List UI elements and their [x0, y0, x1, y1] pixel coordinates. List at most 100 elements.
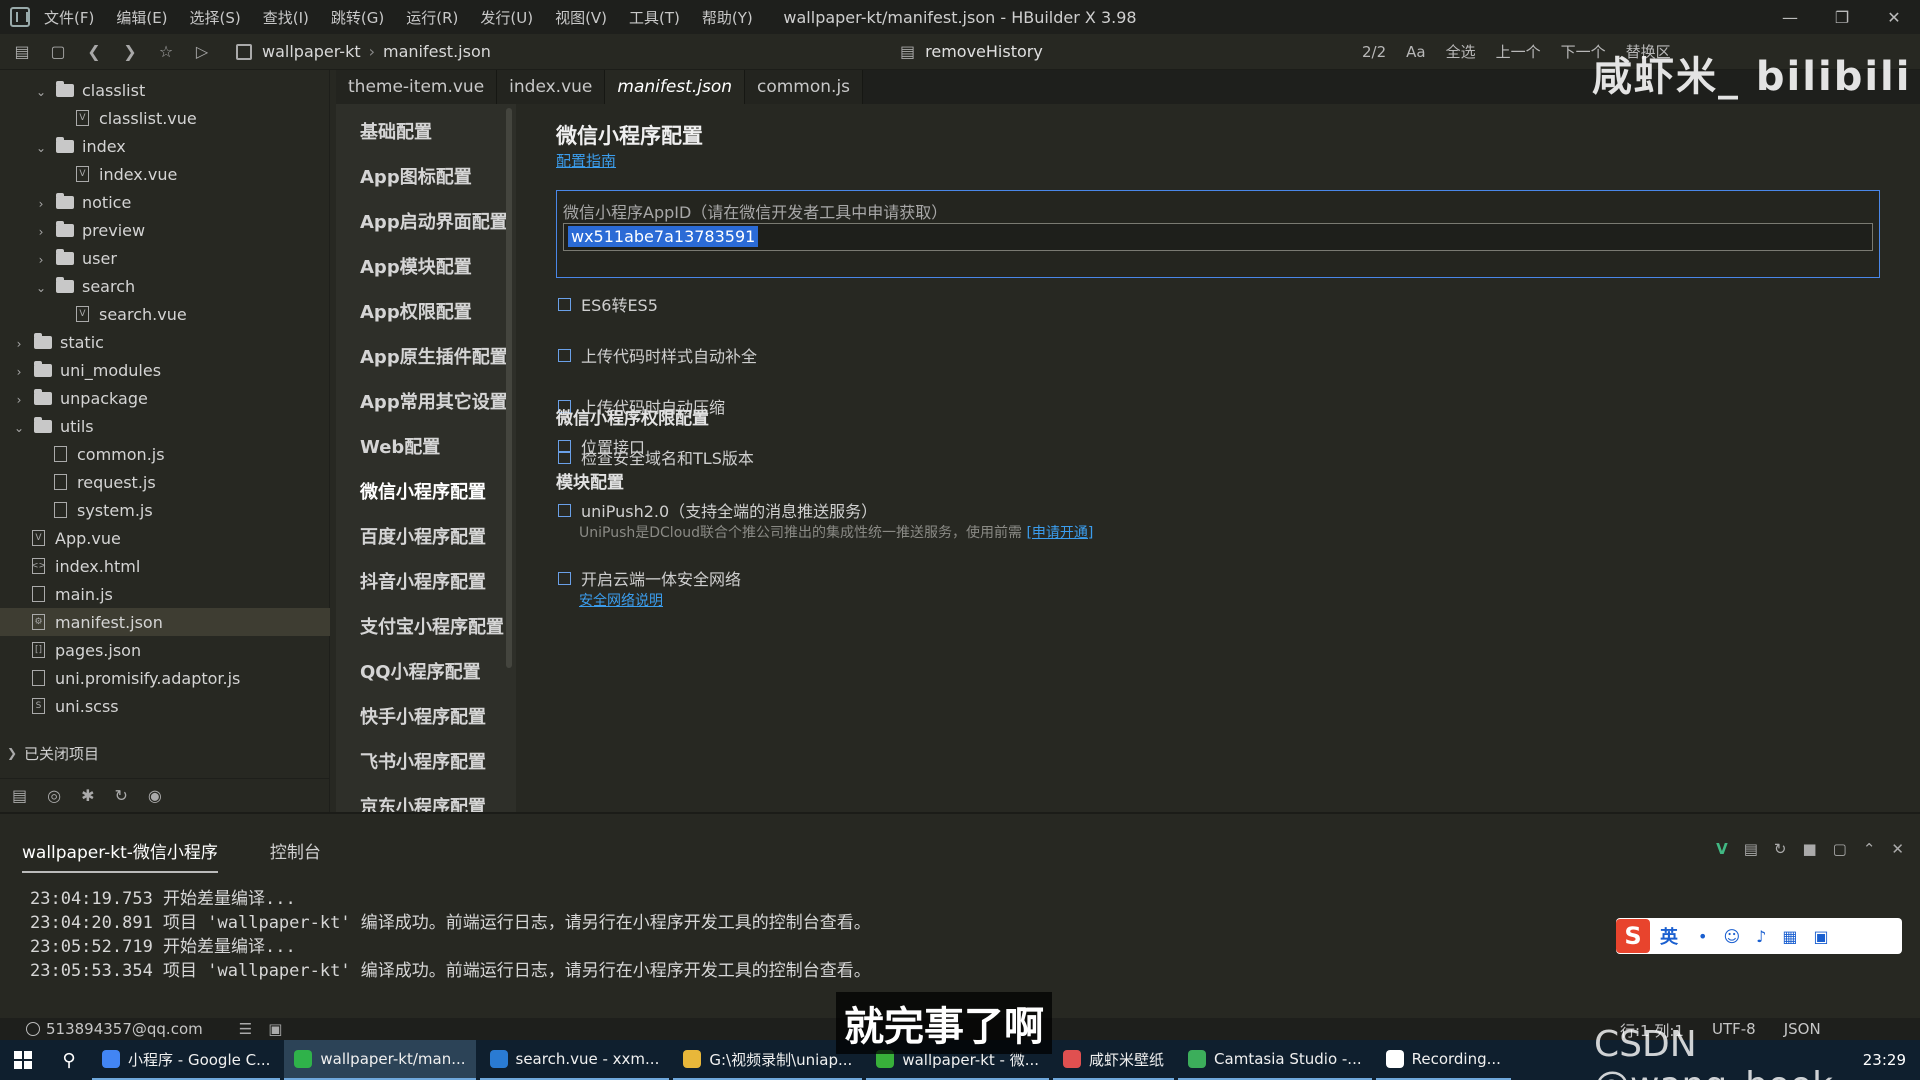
project-manager-icon[interactable]: ▤	[12, 786, 27, 805]
plugin-icon[interactable]: ◉	[148, 786, 162, 805]
config-nav-item[interactable]: Web配置	[360, 433, 440, 459]
tree-file[interactable]: Vclasslist.vue	[0, 104, 330, 132]
menu-item[interactable]: 帮助(Y)	[702, 7, 753, 28]
forward-icon[interactable]: ❯	[116, 38, 144, 66]
menu-item[interactable]: 选择(S)	[190, 7, 241, 28]
config-nav-item[interactable]: App模块配置	[360, 253, 472, 279]
config-nav-item[interactable]: App图标配置	[360, 163, 472, 189]
secure-network-link[interactable]: 安全网络说明	[579, 590, 663, 610]
option-checkbox[interactable]	[558, 348, 571, 362]
location-checkbox-row[interactable]: 位置接口	[558, 434, 645, 458]
option-checkbox[interactable]	[558, 297, 571, 311]
menu-item[interactable]: 编辑(E)	[116, 7, 167, 28]
config-guide-link[interactable]: 配置指南	[556, 150, 616, 171]
config-nav-item[interactable]: App原生插件配置	[360, 343, 508, 369]
taskbar-app[interactable]: 咸虾米壁纸	[1053, 1040, 1175, 1080]
menu-item[interactable]: 运行(R)	[406, 7, 458, 28]
tree-file[interactable]: Suni.scss	[0, 692, 330, 720]
save-all-icon[interactable]: ▤	[8, 38, 36, 66]
tree-file[interactable]: uni.promisify.adaptor.js	[0, 664, 330, 692]
tree-file[interactable]: main.js	[0, 580, 330, 608]
editor-tab[interactable]: manifest.json	[605, 70, 745, 104]
taskbar-app[interactable]: Recording...	[1375, 1040, 1511, 1080]
closed-projects[interactable]: ❯ 已关闭项目	[0, 738, 330, 768]
tree-folder[interactable]: › preview	[0, 216, 330, 244]
console-tab[interactable]: wallpaper-kt-微信小程序	[22, 838, 218, 873]
find-tool-item[interactable]: Aa	[1406, 43, 1425, 61]
binoculars-icon[interactable]: ◎	[47, 786, 61, 805]
config-nav-item[interactable]: App启动界面配置	[360, 208, 508, 234]
find-tool-item[interactable]: 2/2	[1362, 43, 1386, 61]
option-checkbox-row[interactable]: 上传代码时样式自动补全	[558, 343, 757, 367]
appid-input[interactable]: wx511abe7a13783591	[563, 223, 1873, 251]
tree-file[interactable]: V App.vue	[0, 524, 330, 552]
menu-item[interactable]: 发行(U)	[480, 7, 533, 28]
back-icon[interactable]: ❮	[80, 38, 108, 66]
search-history[interactable]: ▤ removeHistory	[900, 42, 1043, 61]
unipush-checkbox[interactable]	[558, 503, 571, 517]
tree-folder[interactable]: › user	[0, 244, 330, 272]
tree-file[interactable]: ⚙ manifest.json	[0, 608, 330, 636]
config-nav-item[interactable]: 微信小程序配置	[360, 478, 486, 504]
tree-file[interactable]: common.js	[0, 440, 330, 468]
location-checkbox[interactable]	[558, 439, 571, 453]
save-icon[interactable]: ▢	[44, 38, 72, 66]
star-icon[interactable]: ☆	[152, 38, 180, 66]
secure-network-checkbox-row[interactable]: 开启云端一体安全网络	[558, 566, 741, 590]
maximize-panel-icon[interactable]: ⌃	[1863, 840, 1876, 858]
config-nav-item[interactable]: 京东小程序配置	[360, 793, 486, 812]
ime-tools-icon[interactable]: •☺♪▦▣	[1698, 927, 1845, 946]
menu-item[interactable]: 文件(F)	[44, 7, 94, 28]
taskbar-app[interactable]: 小程序 - Google C...	[92, 1040, 281, 1080]
user-account[interactable]: 513894357@qq.com ☰ ▣	[26, 1020, 282, 1038]
menu-item[interactable]: 跳转(G)	[331, 7, 384, 28]
secure-network-checkbox[interactable]	[558, 571, 571, 585]
restart-icon[interactable]: ↻	[1774, 840, 1787, 858]
config-nav-item[interactable]: App常用其它设置	[360, 388, 508, 414]
apply-link[interactable]: [申请开通]	[1026, 525, 1093, 541]
menu-item[interactable]: 查找(I)	[263, 7, 309, 28]
tree-file[interactable]: <> index.html	[0, 552, 330, 580]
tree-folder[interactable]: › unpackage	[0, 384, 330, 412]
tree-folder[interactable]: › uni_modules	[0, 356, 330, 384]
taskbar-app[interactable]: search.vue - xxm...	[479, 1040, 670, 1080]
clear-icon[interactable]: ▢	[1833, 840, 1847, 858]
minimize-icon[interactable]: —	[1764, 0, 1816, 34]
taskbar-app[interactable]: Camtasia Studio -...	[1178, 1040, 1372, 1080]
config-nav-item[interactable]: 百度小程序配置	[360, 523, 486, 549]
menu-item[interactable]: 工具(T)	[629, 7, 680, 28]
list-icon[interactable]: ☰	[239, 1020, 252, 1038]
breadcrumb-file[interactable]: manifest.json	[383, 42, 491, 61]
config-nav-item[interactable]: QQ小程序配置	[360, 658, 481, 684]
tree-folder[interactable]: ⌄ utils	[0, 412, 330, 440]
refresh-icon[interactable]: ↻	[115, 786, 128, 805]
search-icon[interactable]: ⚲	[46, 1050, 92, 1071]
taskbar-app[interactable]: wallpaper-kt/man...	[284, 1040, 476, 1080]
run-icon[interactable]: ▷	[188, 38, 216, 66]
config-nav-item[interactable]: App权限配置	[360, 298, 472, 324]
option-checkbox-row[interactable]: ES6转ES5	[558, 292, 658, 316]
editor-tab[interactable]: theme-item.vue	[336, 70, 498, 104]
debug-icon[interactable]: ✱	[81, 786, 94, 805]
find-tool-item[interactable]: 上一个	[1496, 41, 1541, 62]
start-button[interactable]	[0, 1040, 46, 1080]
close-panel-icon[interactable]: ✕	[1891, 840, 1904, 858]
config-nav-item[interactable]: 支付宝小程序配置	[360, 613, 504, 639]
vue-icon[interactable]: V	[1716, 840, 1728, 858]
config-nav-item[interactable]: 抖音小程序配置	[360, 568, 486, 594]
tree-file[interactable]: Vsearch.vue	[0, 300, 330, 328]
ime-language[interactable]: 英	[1660, 923, 1678, 949]
tree-folder[interactable]: › notice	[0, 188, 330, 216]
unipush-checkbox-row[interactable]: uniPush2.0（支持全端的消息推送服务）	[558, 498, 877, 522]
find-tool-item[interactable]: 全选	[1446, 41, 1476, 62]
menu-item[interactable]: 视图(V)	[555, 7, 607, 28]
stop-icon[interactable]: ■	[1802, 840, 1816, 858]
config-nav-item[interactable]: 飞书小程序配置	[360, 748, 486, 774]
open-folder-icon[interactable]: ▤	[1744, 840, 1758, 858]
editor-tab[interactable]: index.vue	[497, 70, 606, 104]
tree-folder[interactable]: ⌄ classlist	[0, 76, 330, 104]
tree-file[interactable]: [] pages.json	[0, 636, 330, 664]
tree-file[interactable]: system.js	[0, 496, 330, 524]
editor-tab[interactable]: common.js	[745, 70, 864, 104]
close-icon[interactable]: ✕	[1868, 0, 1920, 34]
